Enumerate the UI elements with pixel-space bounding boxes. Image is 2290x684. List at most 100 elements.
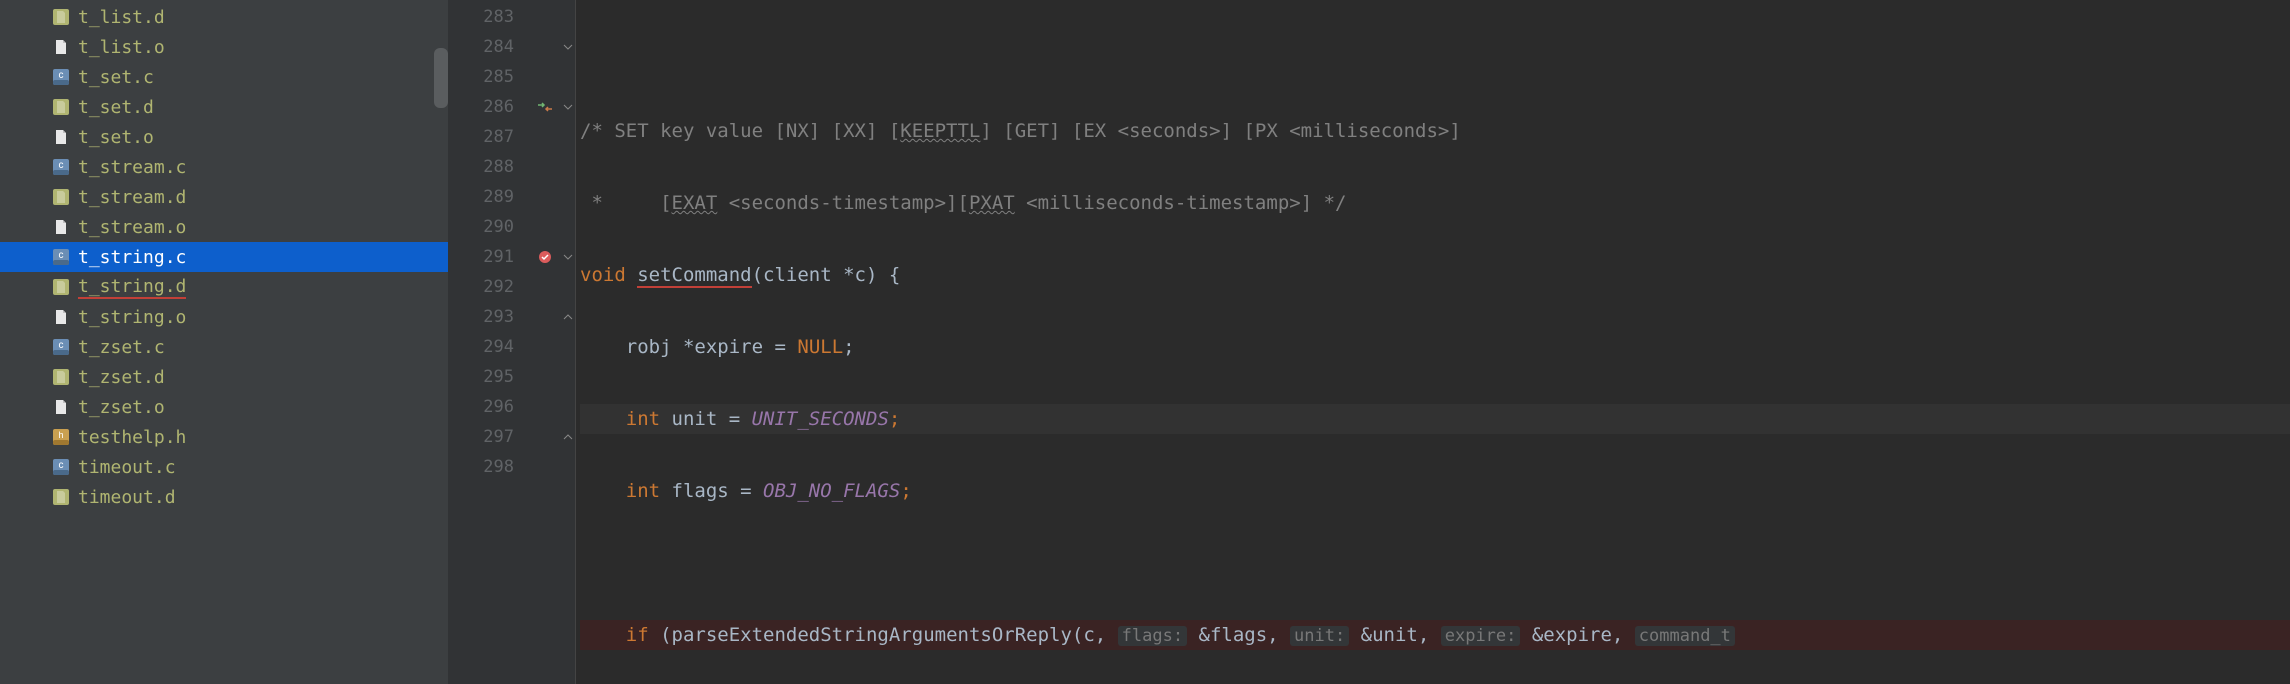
fold-handle[interactable]	[560, 332, 575, 362]
c-file-icon: c	[52, 68, 70, 86]
line-number[interactable]: 291	[448, 242, 514, 272]
fold-handle[interactable]	[560, 302, 575, 332]
file-tree-item[interactable]: t_string.d	[0, 272, 448, 302]
line-number[interactable]: 294	[448, 332, 514, 362]
file-name-label: testhelp.h	[78, 427, 186, 448]
h-file-icon: h	[52, 428, 70, 446]
file-name-label: t_zset.c	[78, 337, 165, 358]
code-line-current[interactable]: int unit = UNIT_SECONDS;	[580, 404, 2290, 434]
file-name-label: t_zset.d	[78, 367, 165, 388]
fold-handle[interactable]	[560, 2, 575, 32]
gutter-marker[interactable]	[530, 332, 560, 362]
file-name-label: t_string.d	[78, 276, 186, 299]
line-number[interactable]: 288	[448, 152, 514, 182]
fold-gutter[interactable]	[560, 0, 576, 684]
fold-handle[interactable]	[560, 452, 575, 482]
file-tree-item[interactable]: ctimeout.c	[0, 452, 448, 482]
code-line[interactable]	[580, 548, 2290, 578]
line-number[interactable]: 292	[448, 272, 514, 302]
fold-handle[interactable]	[560, 152, 575, 182]
marker-gutter[interactable]	[530, 0, 560, 684]
gutter-marker[interactable]	[530, 422, 560, 452]
override-icon	[536, 100, 554, 114]
file-tree-item[interactable]: t_list.o	[0, 32, 448, 62]
gutter-marker[interactable]	[530, 152, 560, 182]
file-tree-item[interactable]: h testhelp.h	[0, 422, 448, 452]
line-number[interactable]: 283	[448, 2, 514, 32]
file-tree-item[interactable]: c t_set.c	[0, 62, 448, 92]
line-number[interactable]: 296	[448, 392, 514, 422]
fold-handle[interactable]	[560, 32, 575, 62]
code-content[interactable]: /* SET key value [NX] [XX] [KEEPTTL] [GE…	[576, 0, 2290, 684]
file-name-label: t_set.o	[78, 127, 154, 148]
file-tree-item[interactable]: t_list.d	[0, 2, 448, 32]
file-name-label: t_set.c	[78, 67, 154, 88]
file-name-label: t_stream.d	[78, 187, 186, 208]
line-number[interactable]: 287	[448, 122, 514, 152]
code-line[interactable]: void setCommand(client *c) {	[580, 260, 2290, 290]
svg-text:c: c	[59, 340, 64, 351]
gutter-marker[interactable]	[530, 212, 560, 242]
line-number[interactable]: 293	[448, 302, 514, 332]
file-tree-item[interactable]: t_string.o	[0, 302, 448, 332]
line-number[interactable]: 286	[448, 92, 514, 122]
fold-handle[interactable]	[560, 422, 575, 452]
file-tree-item[interactable]: t_stream.d	[0, 182, 448, 212]
gutter-marker[interactable]	[530, 392, 560, 422]
code-line[interactable]: /* SET key value [NX] [XX] [KEEPTTL] [GE…	[580, 116, 2290, 146]
fold-handle[interactable]	[560, 122, 575, 152]
line-number-gutter[interactable]: 2832842852862872882892902912922932942952…	[448, 0, 530, 684]
line-number[interactable]: 297	[448, 422, 514, 452]
line-number[interactable]: 295	[448, 362, 514, 392]
gutter-marker[interactable]	[530, 302, 560, 332]
d-file-icon	[52, 488, 70, 506]
code-line[interactable]	[580, 44, 2290, 74]
line-number[interactable]: 298	[448, 452, 514, 482]
gutter-marker[interactable]	[530, 62, 560, 92]
gutter-marker[interactable]	[530, 272, 560, 302]
file-tree-item[interactable]: timeout.d	[0, 482, 448, 512]
fold-handle[interactable]	[560, 212, 575, 242]
file-tree-item[interactable]: c t_zset.c	[0, 332, 448, 362]
file-tree-item[interactable]: t_zset.o	[0, 392, 448, 422]
gutter-marker[interactable]	[530, 92, 560, 122]
file-tree-item[interactable]: t_zset.d	[0, 362, 448, 392]
fold-handle[interactable]	[560, 92, 575, 122]
file-tree-item[interactable]: t_stream.o	[0, 212, 448, 242]
fold-handle[interactable]	[560, 182, 575, 212]
gutter-marker[interactable]	[530, 362, 560, 392]
d-file-icon	[52, 278, 70, 296]
o-file-icon	[52, 128, 70, 146]
code-line-breakpoint[interactable]: if (parseExtendedStringArgumentsOrReply(…	[580, 620, 2290, 650]
file-name-label: t_stream.o	[78, 217, 186, 238]
fold-handle[interactable]	[560, 392, 575, 422]
code-line[interactable]: * [EXAT <seconds-timestamp>][PXAT <milli…	[580, 188, 2290, 218]
file-tree-item[interactable]: ct_string.c	[0, 242, 448, 272]
gutter-marker[interactable]	[530, 122, 560, 152]
param-hint: unit:	[1290, 626, 1349, 646]
code-line[interactable]: int flags = OBJ_NO_FLAGS;	[580, 476, 2290, 506]
file-tree-item[interactable]: t_set.d	[0, 92, 448, 122]
line-number[interactable]: 285	[448, 62, 514, 92]
line-number[interactable]: 284	[448, 32, 514, 62]
gutter-marker[interactable]	[530, 242, 560, 272]
fold-handle[interactable]	[560, 242, 575, 272]
fold-handle[interactable]	[560, 362, 575, 392]
file-name-label: timeout.c	[78, 457, 176, 478]
param-hint: flags:	[1118, 626, 1187, 646]
gutter-marker[interactable]	[530, 182, 560, 212]
file-tree: t_list.dt_list.oct_set.ct_set.dt_set.oct…	[0, 0, 448, 684]
line-number[interactable]: 290	[448, 212, 514, 242]
d-file-icon	[52, 368, 70, 386]
code-line[interactable]: robj *expire = NULL;	[580, 332, 2290, 362]
sidebar-scrollbar[interactable]	[434, 48, 448, 108]
fold-handle[interactable]	[560, 62, 575, 92]
svg-text:h: h	[58, 430, 63, 440]
gutter-marker[interactable]	[530, 452, 560, 482]
gutter-marker[interactable]	[530, 32, 560, 62]
file-tree-item[interactable]: ct_stream.c	[0, 152, 448, 182]
line-number[interactable]: 289	[448, 182, 514, 212]
file-tree-item[interactable]: t_set.o	[0, 122, 448, 152]
fold-handle[interactable]	[560, 272, 575, 302]
gutter-marker[interactable]	[530, 2, 560, 32]
